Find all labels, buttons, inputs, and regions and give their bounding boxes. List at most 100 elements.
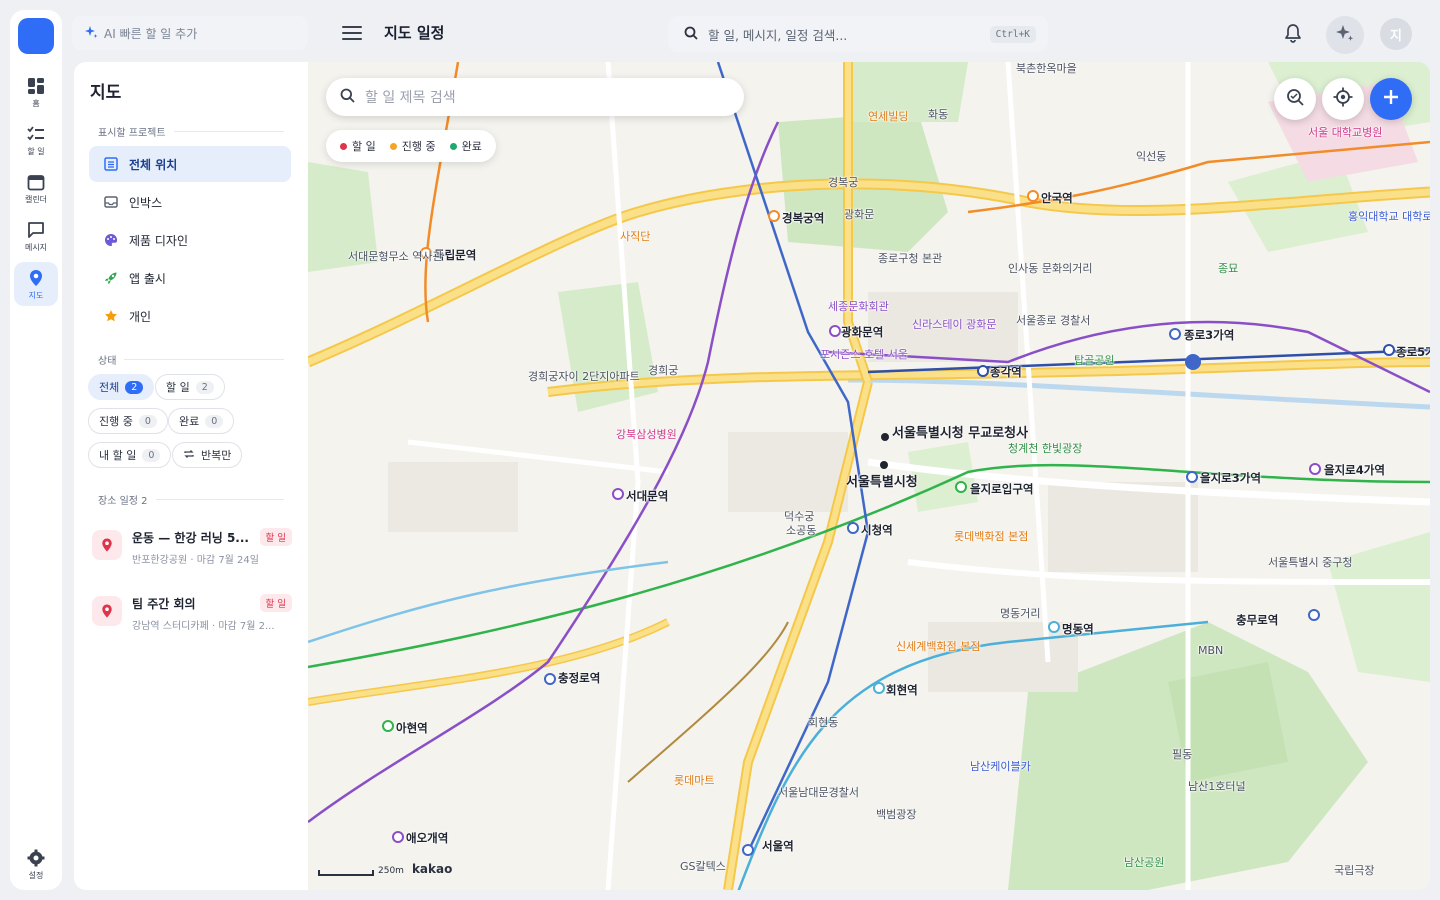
status-chip-in-progress[interactable]: 진행 중0	[88, 408, 168, 434]
map-label-prison-museum: 서대문형무소 역사관	[348, 250, 443, 263]
map-label-seodaemun: 서대문역	[626, 489, 669, 503]
rail-message[interactable]: 메시지	[14, 214, 58, 258]
search-icon	[684, 26, 698, 43]
map-view[interactable]: 서울특별시청 무교로청사 서울특별시청 서울역 종각역 광화문역 시청역 서대문…	[308, 62, 1430, 890]
project-all-locations[interactable]: 전체 위치	[89, 146, 291, 182]
map-scale: 250m kakao	[318, 862, 452, 876]
panel-title: 지도	[90, 83, 122, 103]
map-label-city-hall-old: 서울특별시청 무교로청사	[892, 426, 1029, 441]
map-task-search-input[interactable]: 할 일 제목 검색	[326, 78, 744, 116]
map-label-namsan-tunnel: 남산1호터널	[1188, 780, 1246, 793]
project-label: 제품 디자인	[129, 233, 189, 248]
map-label-namsan-cable: 남산케이블카	[970, 760, 1031, 773]
project-app-launch[interactable]: 앱 출시	[89, 260, 291, 296]
map-label-kyunghee-apt: 경희궁자이 2단지아파트	[528, 370, 640, 383]
quick-add-placeholder: AI 빠른 할 일 추가	[104, 26, 198, 41]
page-title: 지도 일정	[384, 24, 445, 42]
rail-map[interactable]: 지도	[14, 262, 58, 306]
rail-home[interactable]: 홈	[14, 70, 58, 114]
map-label-jongmyo: 종묘	[1218, 262, 1239, 275]
project-label: 인박스	[129, 195, 163, 210]
map-label-myeongdong-street: 명동거리	[1000, 607, 1041, 620]
global-search-input[interactable]: 할 일, 메시지, 일정 검색... Ctrl+K	[668, 16, 1048, 52]
rail-calendar[interactable]: 캘린더	[14, 166, 58, 210]
status-chip-recurring[interactable]: 반복만	[172, 442, 243, 468]
place-title: 운동 — 한강 러닝 5...	[132, 530, 249, 545]
map-label-ahyeon: 아현역	[396, 721, 428, 735]
my-location-button[interactable]	[1322, 78, 1364, 120]
rocket-icon	[103, 270, 119, 286]
map-label-euljiro3: 을지로3가역	[1200, 471, 1261, 485]
crosshair-icon	[1333, 87, 1353, 111]
map-label-yonsei-bldg: 연세빌딩	[868, 110, 909, 123]
project-label: 앱 출시	[129, 271, 166, 286]
bell-icon	[1284, 23, 1302, 47]
plus-icon	[1382, 88, 1400, 110]
map-label-gwanghwamun: 광화문	[844, 208, 875, 221]
map-label-namdaemun-police: 서울남대문경찰서	[778, 786, 859, 799]
map-label-jongno-gu: 종로구청 본관	[878, 252, 943, 265]
project-inbox[interactable]: 인박스	[89, 184, 291, 220]
star-icon	[103, 308, 119, 324]
status-chip-done[interactable]: 완료 0	[168, 408, 235, 434]
map-label-gyeongbokgung-station: 경복궁역	[782, 211, 825, 225]
status-badge: 할 일	[259, 594, 292, 612]
map-label-shinsegae: 신세계백화점 본점	[896, 640, 981, 653]
place-item[interactable]: 팀 주간 회의 할 일 강남역 스터디카페 · 마감 7월 2...	[92, 594, 292, 642]
menu-toggle-button[interactable]	[340, 22, 364, 44]
rail-settings[interactable]: 설정	[14, 842, 58, 886]
map-side-panel: 지도 표시할 프로젝트 전체 위치 인박스 제품 디자인 앱 출시 개인 상태	[74, 62, 308, 890]
user-avatar[interactable]: 지	[1380, 18, 1412, 50]
map-label-hongik-daehakro: 홍익대학교 대학로캠퍼스	[1348, 210, 1430, 223]
project-label: 개인	[129, 309, 152, 324]
rail-todo-label: 할 일	[27, 146, 45, 156]
calendar-icon	[26, 172, 46, 192]
ai-assistant-button[interactable]	[1326, 16, 1364, 54]
palette-icon	[103, 232, 119, 248]
status-chip-all[interactable]: 전체 2	[88, 374, 155, 400]
map-label-sogongdong: 소공동	[786, 524, 817, 537]
map-label-myeongdong: 명동역	[1062, 622, 1094, 636]
global-search-placeholder: 할 일, 메시지, 일정 검색...	[708, 27, 848, 43]
checklist-icon	[26, 124, 46, 144]
map-label-sajikdan: 사직단	[620, 230, 651, 243]
rail-todo[interactable]: 할 일	[14, 118, 58, 162]
place-title: 팀 주간 회의	[132, 596, 196, 611]
map-label-jongno-police: 서울종로 경찰서	[1016, 314, 1091, 327]
map-label-jung-gu: 서울특별시 중구청	[1268, 556, 1353, 569]
legend-item-todo: 할 일	[340, 138, 376, 154]
rail-settings-label: 설정	[28, 870, 44, 880]
legend-item-in-progress: 진행 중	[389, 138, 436, 154]
map-label-hoehyeondong: 회현동	[808, 716, 839, 729]
gear-icon	[26, 848, 46, 868]
status-badge: 할 일	[259, 528, 292, 546]
map-label-jonggak: 종각역	[990, 365, 1022, 379]
inbox-icon	[103, 194, 119, 210]
app-logo[interactable]	[18, 18, 54, 54]
map-label-city-hall: 서울특별시청	[846, 475, 918, 490]
map-label-jongno3: 종로3가역	[1184, 328, 1235, 342]
status-chip-mine[interactable]: 내 할 일0	[88, 442, 172, 468]
map-label-chungmuro: 충무로역	[1236, 613, 1279, 627]
map-label-four-seasons: 포시즌스 호텔 서울	[820, 348, 908, 361]
status-chip-todo[interactable]: 할 일2	[155, 374, 225, 400]
map-provider-logo: kakao	[411, 862, 453, 876]
dashboard-icon	[26, 76, 46, 96]
map-label-sejong-center: 세종문화회관	[828, 300, 889, 313]
place-item[interactable]: 운동 — 한강 러닝 5... 할 일 반포한강공원 · 마감 7월 24일	[92, 528, 292, 576]
repeat-icon	[183, 448, 195, 463]
add-place-button[interactable]	[1370, 78, 1412, 120]
map-pin-icon	[92, 530, 122, 560]
notification-button[interactable]	[1280, 22, 1306, 48]
map-search-area-button[interactable]	[1274, 78, 1316, 120]
project-product-design[interactable]: 제품 디자인	[89, 222, 291, 258]
project-personal[interactable]: 개인	[89, 298, 291, 334]
map-label-euljiro4: 을지로4가역	[1324, 463, 1385, 477]
project-label: 전체 위치	[129, 157, 178, 172]
ai-quick-add-input[interactable]: AI 빠른 할 일 추가	[72, 16, 308, 50]
list-icon	[103, 156, 119, 172]
chat-icon	[26, 220, 46, 240]
map-label-gyeonghuigung: 경희궁	[648, 364, 679, 377]
rail-message-label: 메시지	[24, 242, 48, 252]
sparkle-icon	[84, 25, 98, 42]
